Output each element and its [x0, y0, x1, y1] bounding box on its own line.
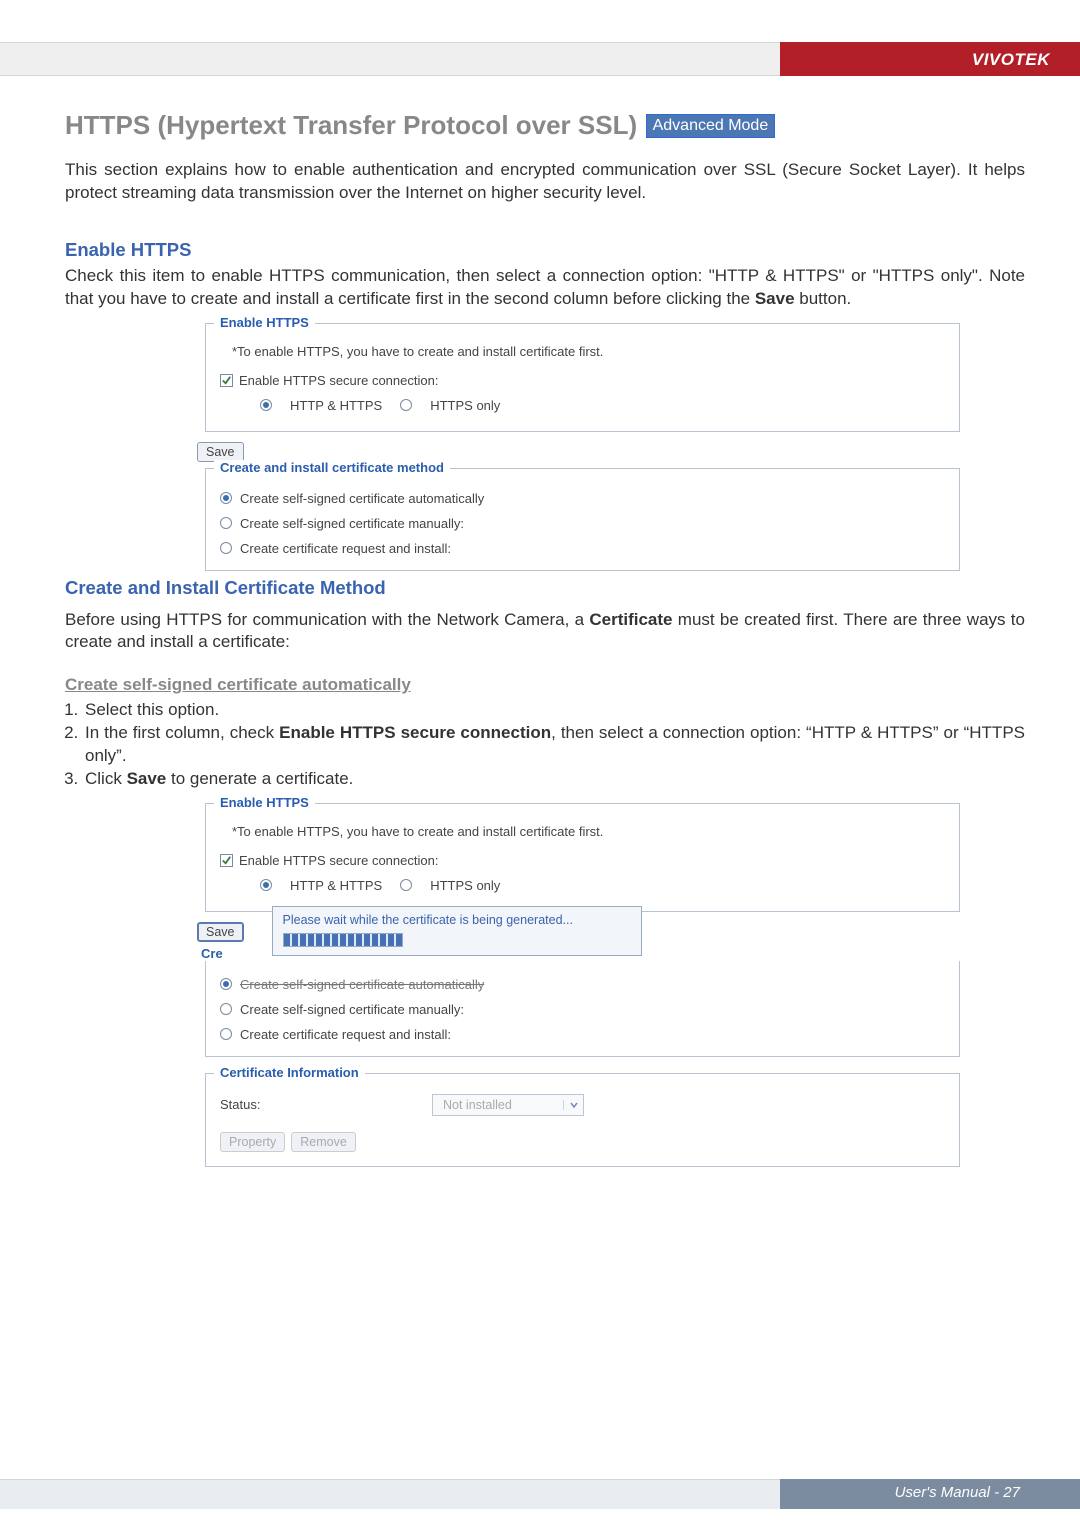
- radio-cert-manual[interactable]: [220, 517, 232, 529]
- enable-https-checkbox-row-2: Enable HTTPS secure connection:: [220, 853, 945, 868]
- progress-bar: [283, 933, 403, 947]
- radio-http-and-https-2[interactable]: [260, 879, 272, 891]
- save-button[interactable]: Save: [197, 442, 244, 462]
- progress-dialog: Please wait while the certificate is bei…: [272, 906, 642, 956]
- enable-https-checkbox[interactable]: [220, 374, 233, 387]
- step2-bold: Enable HTTPS secure connection: [279, 723, 551, 742]
- radio-cert-request-label-2: Create certificate request and install:: [240, 1027, 451, 1042]
- status-dropdown[interactable]: Not installed: [432, 1094, 584, 1116]
- step3-bold: Save: [127, 769, 167, 788]
- radio-https-only-label: HTTPS only: [430, 398, 500, 413]
- connection-mode-radios: HTTP & HTTPS HTTPS only: [260, 398, 945, 413]
- step3-a: Click: [85, 769, 127, 788]
- step3-b: to generate a certificate.: [166, 769, 353, 788]
- advanced-mode-badge: Advanced Mode: [646, 114, 776, 138]
- enable-https-checkbox-2[interactable]: [220, 854, 233, 867]
- cert-method-legend: Create and install certificate method: [214, 460, 450, 475]
- create-install-heading: Create and Install Certificate Method: [65, 577, 1025, 599]
- enable-https-paragraph: Check this item to enable HTTPS communic…: [65, 265, 1025, 311]
- radio-cert-auto-2[interactable]: [220, 978, 232, 990]
- create-install-paragraph: Before using HTTPS for communication wit…: [65, 609, 1025, 653]
- status-row: Status: Not installed: [220, 1094, 945, 1116]
- create-install-para-a: Before using HTTPS for communication wit…: [65, 610, 589, 629]
- enable-https-note-2: *To enable HTTPS, you have to create and…: [232, 824, 945, 839]
- footer-text: User's Manual - 27: [895, 1484, 1020, 1501]
- step-3: Click Save to generate a certificate.: [83, 768, 1025, 791]
- radio-http-and-https[interactable]: [260, 399, 272, 411]
- auto-cert-subheading: Create self-signed certificate automatic…: [65, 675, 1025, 695]
- radio-cert-manual-label: Create self-signed certificate manually:: [240, 516, 464, 531]
- cert-info-legend: Certificate Information: [214, 1065, 365, 1080]
- generate-cert-illustration: Enable HTTPS *To enable HTTPS, you have …: [205, 803, 960, 1167]
- radio-http-and-https-label-2: HTTP & HTTPS: [290, 878, 382, 893]
- enable-https-checkbox-label: Enable HTTPS secure connection:: [239, 373, 438, 388]
- save-button-pressed[interactable]: Save: [197, 922, 244, 942]
- radio-cert-manual-label-2: Create self-signed certificate manually:: [240, 1002, 464, 1017]
- radio-cert-auto-label-struck: Create self-signed certificate automatic…: [240, 977, 484, 992]
- enable-https-checkbox-row: Enable HTTPS secure connection:: [220, 373, 945, 388]
- property-button[interactable]: Property: [220, 1132, 285, 1152]
- enable-https-heading: Enable HTTPS: [65, 239, 1025, 261]
- step-1: Select this option.: [83, 699, 1025, 722]
- radio-cert-manual-2[interactable]: [220, 1003, 232, 1015]
- status-value: Not installed: [433, 1098, 563, 1112]
- enable-https-para-a: Check this item to enable HTTPS communic…: [65, 266, 1025, 308]
- dropdown-chevron-icon: [563, 1100, 583, 1110]
- radio-http-and-https-label: HTTP & HTTPS: [290, 398, 382, 413]
- save-word-bold: Save: [755, 289, 795, 308]
- remove-button[interactable]: Remove: [291, 1132, 356, 1152]
- enable-https-para-b: button.: [795, 289, 852, 308]
- cert-method-fieldset: Create and install certificate method Cr…: [205, 468, 960, 571]
- status-label: Status:: [220, 1097, 420, 1112]
- radio-https-only-2[interactable]: [400, 879, 412, 891]
- step-2: In the first column, check Enable HTTPS …: [83, 722, 1025, 768]
- enable-https-note: *To enable HTTPS, you have to create and…: [232, 344, 945, 359]
- steps-list: Select this option. In the first column,…: [65, 699, 1025, 791]
- enable-https-legend: Enable HTTPS: [214, 315, 315, 330]
- certificate-word-bold: Certificate: [589, 610, 672, 629]
- connection-mode-radios-2: HTTP & HTTPS HTTPS only: [260, 878, 945, 893]
- intro-text: This section explains how to enable auth…: [65, 159, 1025, 205]
- radio-cert-auto-label: Create self-signed certificate automatic…: [240, 491, 484, 506]
- radio-https-only[interactable]: [400, 399, 412, 411]
- brand-label: VIVOTEK: [972, 50, 1050, 70]
- cert-info-fieldset: Certificate Information Status: Not inst…: [205, 1073, 960, 1167]
- radio-cert-request[interactable]: [220, 542, 232, 554]
- radio-cert-request-2[interactable]: [220, 1028, 232, 1040]
- enable-https-legend-2: Enable HTTPS: [214, 795, 315, 810]
- radio-https-only-label-2: HTTPS only: [430, 878, 500, 893]
- radio-cert-auto[interactable]: [220, 492, 232, 504]
- radio-cert-request-label: Create certificate request and install:: [240, 541, 451, 556]
- page-title: HTTPS (Hypertext Transfer Protocol over …: [65, 110, 637, 140]
- cre-partial-label: Cre: [201, 946, 244, 961]
- enable-https-panel-illustration: Enable HTTPS *To enable HTTPS, you have …: [205, 323, 960, 571]
- enable-https-fieldset-2: Enable HTTPS *To enable HTTPS, you have …: [205, 803, 960, 912]
- cert-method-fieldset-2: Create self-signed certificate automatic…: [205, 961, 960, 1057]
- step2-a: In the first column, check: [85, 723, 279, 742]
- content-area: HTTPS (Hypertext Transfer Protocol over …: [65, 110, 1025, 1167]
- enable-https-checkbox-label-2: Enable HTTPS secure connection:: [239, 853, 438, 868]
- enable-https-fieldset: Enable HTTPS *To enable HTTPS, you have …: [205, 323, 960, 432]
- progress-text: Please wait while the certificate is bei…: [283, 913, 631, 927]
